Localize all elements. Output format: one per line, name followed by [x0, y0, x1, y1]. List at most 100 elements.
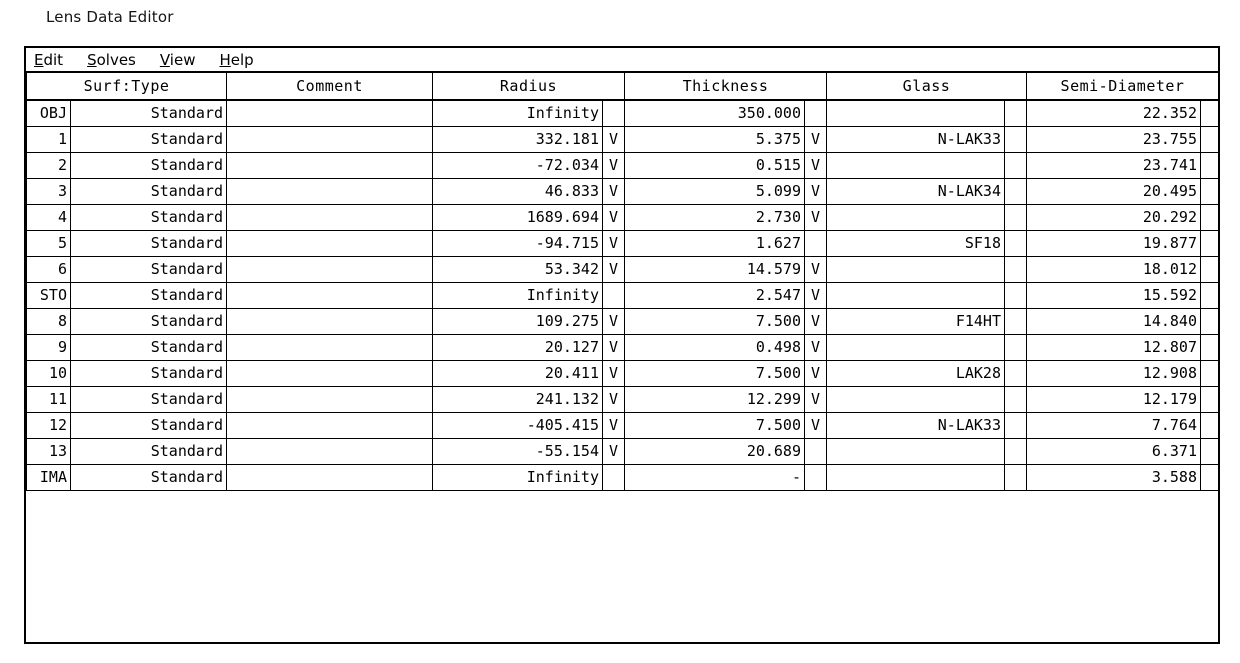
cell-surface-number[interactable]: 12 [26, 411, 71, 439]
cell-glass[interactable] [826, 385, 1005, 413]
table-row[interactable]: STO Standard Infinity 2.547 V 15.592 [26, 281, 1219, 309]
cell-semi-diameter[interactable]: 19.877 [1026, 229, 1201, 257]
cell-comment[interactable] [226, 385, 433, 413]
cell-surface-type[interactable]: Standard [70, 281, 227, 309]
cell-thickness[interactable]: - [624, 463, 805, 491]
cell-thickness[interactable]: 2.730 [624, 203, 805, 231]
cell-radius[interactable]: 241.132 [432, 385, 603, 413]
cell-surface-type[interactable]: Standard [70, 463, 227, 491]
cell-surface-number[interactable]: STO [26, 281, 71, 309]
cell-semi-diameter[interactable]: 23.755 [1026, 125, 1201, 153]
cell-radius-solve[interactable]: V [602, 177, 625, 205]
table-row[interactable]: 1 Standard 332.181 V 5.375 V N-LAK33 23.755 [26, 125, 1219, 153]
cell-radius[interactable]: -94.715 [432, 229, 603, 257]
cell-comment[interactable] [226, 307, 433, 335]
cell-thickness-solve[interactable] [804, 437, 827, 465]
cell-thickness[interactable]: 20.689 [624, 437, 805, 465]
cell-thickness[interactable]: 7.500 [624, 359, 805, 387]
table-row[interactable]: 6 Standard 53.342 V 14.579 V 18.012 [26, 255, 1219, 283]
cell-radius[interactable]: 53.342 [432, 255, 603, 283]
cell-thickness[interactable]: 14.579 [624, 255, 805, 283]
table-row[interactable]: OBJ Standard Infinity 350.000 22.352 [26, 99, 1219, 127]
cell-comment[interactable] [226, 333, 433, 361]
cell-glass-solve[interactable] [1004, 437, 1027, 465]
cell-glass-solve[interactable] [1004, 255, 1027, 283]
cell-radius-solve[interactable] [602, 99, 625, 127]
cell-semi-diameter[interactable]: 15.592 [1026, 281, 1201, 309]
cell-comment[interactable] [226, 229, 433, 257]
cell-thickness-solve[interactable]: V [804, 125, 827, 153]
cell-surface-number[interactable]: IMA [26, 463, 71, 491]
cell-comment[interactable] [226, 203, 433, 231]
cell-surface-type[interactable]: Standard [70, 333, 227, 361]
table-row[interactable]: 11 Standard 241.132 V 12.299 V 12.179 [26, 385, 1219, 413]
cell-radius-solve[interactable] [602, 281, 625, 309]
cell-surface-type[interactable]: Standard [70, 255, 227, 283]
cell-thickness-solve[interactable] [804, 99, 827, 127]
cell-semi-diameter-solve[interactable] [1200, 437, 1219, 465]
cell-semi-diameter-solve[interactable] [1200, 385, 1219, 413]
cell-surface-type[interactable]: Standard [70, 411, 227, 439]
cell-thickness[interactable]: 7.500 [624, 411, 805, 439]
table-row[interactable]: 13 Standard -55.154 V 20.689 6.371 [26, 437, 1219, 465]
cell-thickness-solve[interactable]: V [804, 177, 827, 205]
cell-radius-solve[interactable]: V [602, 151, 625, 179]
cell-semi-diameter-solve[interactable] [1200, 125, 1219, 153]
menu-item-solves[interactable]: Solves [87, 51, 136, 69]
column-header-thickness[interactable]: Thickness [624, 73, 827, 101]
menu-item-help[interactable]: Help [219, 51, 253, 69]
cell-comment[interactable] [226, 411, 433, 439]
cell-thickness-solve[interactable]: V [804, 411, 827, 439]
cell-glass[interactable] [826, 203, 1005, 231]
cell-surface-type[interactable]: Standard [70, 99, 227, 127]
cell-radius[interactable]: -405.415 [432, 411, 603, 439]
cell-surface-type[interactable]: Standard [70, 307, 227, 335]
cell-semi-diameter-solve[interactable] [1200, 177, 1219, 205]
column-header-surf-type[interactable]: Surf:Type [26, 73, 227, 101]
cell-glass-solve[interactable] [1004, 359, 1027, 387]
column-header-radius[interactable]: Radius [432, 73, 625, 101]
cell-semi-diameter-solve[interactable] [1200, 203, 1219, 231]
cell-comment[interactable] [226, 255, 433, 283]
cell-glass[interactable]: N-LAK33 [826, 411, 1005, 439]
cell-glass[interactable]: N-LAK34 [826, 177, 1005, 205]
table-row[interactable]: 4 Standard 1689.694 V 2.730 V 20.292 [26, 203, 1219, 231]
cell-semi-diameter-solve[interactable] [1200, 333, 1219, 361]
cell-semi-diameter-solve[interactable] [1200, 99, 1219, 127]
cell-surface-number[interactable]: 11 [26, 385, 71, 413]
cell-radius[interactable]: Infinity [432, 281, 603, 309]
cell-radius-solve[interactable]: V [602, 307, 625, 335]
cell-semi-diameter-solve[interactable] [1200, 229, 1219, 257]
cell-thickness-solve[interactable]: V [804, 203, 827, 231]
cell-thickness[interactable]: 350.000 [624, 99, 805, 127]
cell-radius[interactable]: -72.034 [432, 151, 603, 179]
menu-item-view[interactable]: View [160, 51, 196, 69]
cell-semi-diameter[interactable]: 12.908 [1026, 359, 1201, 387]
cell-comment[interactable] [226, 281, 433, 309]
cell-glass-solve[interactable] [1004, 463, 1027, 491]
cell-glass[interactable] [826, 281, 1005, 309]
lens-data-table[interactable]: Surf:Type Comment Radius Thickness Glass… [26, 73, 1219, 491]
cell-semi-diameter[interactable]: 20.495 [1026, 177, 1201, 205]
cell-thickness-solve[interactable]: V [804, 359, 827, 387]
cell-surface-number[interactable]: 3 [26, 177, 71, 205]
cell-glass-solve[interactable] [1004, 151, 1027, 179]
cell-semi-diameter[interactable]: 12.807 [1026, 333, 1201, 361]
cell-radius[interactable]: -55.154 [432, 437, 603, 465]
cell-semi-diameter[interactable]: 6.371 [1026, 437, 1201, 465]
cell-glass[interactable] [826, 463, 1005, 491]
column-header-semi-diameter[interactable]: Semi-Diameter [1026, 73, 1219, 101]
cell-radius[interactable]: 332.181 [432, 125, 603, 153]
cell-surface-type[interactable]: Standard [70, 229, 227, 257]
cell-semi-diameter[interactable]: 7.764 [1026, 411, 1201, 439]
cell-glass[interactable] [826, 151, 1005, 179]
cell-glass-solve[interactable] [1004, 177, 1027, 205]
cell-radius-solve[interactable]: V [602, 125, 625, 153]
cell-glass-solve[interactable] [1004, 229, 1027, 257]
cell-surface-number[interactable]: 8 [26, 307, 71, 335]
cell-glass[interactable] [826, 255, 1005, 283]
cell-glass-solve[interactable] [1004, 411, 1027, 439]
cell-radius[interactable]: Infinity [432, 463, 603, 491]
cell-comment[interactable] [226, 125, 433, 153]
cell-radius-solve[interactable]: V [602, 333, 625, 361]
